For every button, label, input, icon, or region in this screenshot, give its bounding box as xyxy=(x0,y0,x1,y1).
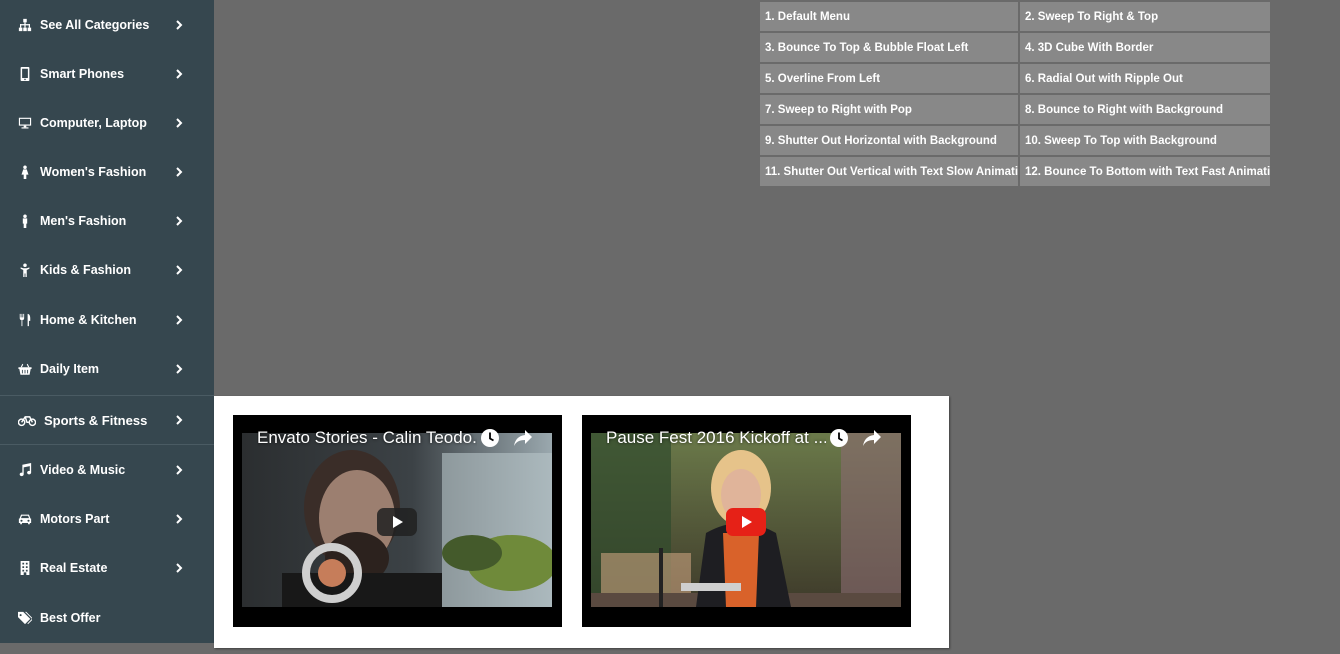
sidebar-item-womens-fashion[interactable]: Women's Fashion xyxy=(0,147,214,196)
effect-link[interactable]: 11. Shutter Out Vertical with Text Slow … xyxy=(760,157,1018,186)
chevron-right-icon xyxy=(174,117,184,128)
female-icon xyxy=(18,164,32,180)
sidebar-item-home-kitchen[interactable]: Home & Kitchen xyxy=(0,295,214,344)
sidebar-item-label: Daily Item xyxy=(40,361,100,376)
chevron-right-icon xyxy=(174,562,184,573)
effect-link[interactable]: 4. 3D Cube With Border xyxy=(1020,33,1270,62)
category-sidebar: See All Categories Smart Phones Computer… xyxy=(0,0,214,643)
chevron-right-icon xyxy=(174,68,184,79)
effect-link[interactable]: 3. Bounce To Top & Bubble Float Left xyxy=(760,33,1018,62)
watch-later-icon[interactable] xyxy=(480,428,500,448)
effect-link[interactable]: 5. Overline From Left xyxy=(760,64,1018,93)
chevron-right-icon xyxy=(174,464,184,475)
car-icon xyxy=(18,511,32,527)
music-icon xyxy=(18,462,32,478)
video-panel: Envato Stories - Calin Teodo... Pause Fe… xyxy=(214,396,949,648)
sitemap-icon xyxy=(18,17,32,33)
desktop-icon xyxy=(18,115,32,131)
sidebar-item-label: Kids & Fashion xyxy=(40,262,131,277)
sidebar-item-daily-item[interactable]: Daily Item xyxy=(0,344,214,393)
male-icon xyxy=(18,213,32,229)
child-icon xyxy=(18,262,32,278)
sidebar-item-label: See All Categories xyxy=(40,17,150,32)
chevron-right-icon xyxy=(174,264,184,275)
chevron-right-icon xyxy=(174,415,184,425)
sidebar-item-label: Computer, Laptop xyxy=(40,115,147,130)
play-button-icon[interactable] xyxy=(377,508,417,536)
share-icon[interactable] xyxy=(513,429,533,447)
video-title: Pause Fest 2016 Kickoff at ... xyxy=(606,428,826,447)
sidebar-item-label: Home & Kitchen xyxy=(40,312,137,327)
bicycle-icon xyxy=(18,412,36,428)
effect-link[interactable]: 6. Radial Out with Ripple Out xyxy=(1020,64,1270,93)
sidebar-item-computer-laptop[interactable]: Computer, Laptop xyxy=(0,98,214,147)
effect-link[interactable]: 8. Bounce to Right with Background xyxy=(1020,95,1270,124)
sidebar-item-kids-fashion[interactable]: Kids & Fashion xyxy=(0,245,214,294)
building-icon xyxy=(18,560,32,576)
cutlery-icon xyxy=(18,312,32,328)
sidebar-item-motors-part[interactable]: Motors Part xyxy=(0,494,214,543)
chevron-right-icon xyxy=(174,19,184,30)
sidebar-item-label: Sports & Fitness xyxy=(44,412,148,428)
watch-later-icon[interactable] xyxy=(829,428,849,448)
shopping-basket-icon xyxy=(18,361,32,377)
effect-link[interactable]: 7. Sweep to Right with Pop xyxy=(760,95,1018,124)
sidebar-item-mens-fashion[interactable]: Men's Fashion xyxy=(0,196,214,245)
chevron-right-icon xyxy=(174,513,184,524)
sidebar-item-smart-phones[interactable]: Smart Phones xyxy=(0,49,214,98)
chevron-right-icon xyxy=(174,314,184,325)
sidebar-item-label: Men's Fashion xyxy=(40,213,127,228)
video-embed-pause-fest[interactable]: Pause Fest 2016 Kickoff at ... xyxy=(582,415,911,627)
video-title: Envato Stories - Calin Teodo... xyxy=(257,428,477,447)
sidebar-item-label: Women's Fashion xyxy=(40,164,147,179)
sidebar-item-real-estate[interactable]: Real Estate xyxy=(0,543,214,592)
share-icon[interactable] xyxy=(862,429,882,447)
chevron-right-icon xyxy=(174,166,184,177)
sidebar-item-label: Motors Part xyxy=(40,511,110,526)
sidebar-item-video-music[interactable]: Video & Music xyxy=(0,445,214,494)
sidebar-item-label: Smart Phones xyxy=(40,66,125,81)
effect-link[interactable]: 2. Sweep To Right & Top xyxy=(1020,2,1270,31)
effect-link[interactable]: 9. Shutter Out Horizontal with Backgroun… xyxy=(760,126,1018,155)
play-button-icon[interactable] xyxy=(726,508,766,536)
mobile-phone-icon xyxy=(18,66,32,82)
effect-link[interactable]: 12. Bounce To Bottom with Text Fast Anim… xyxy=(1020,157,1270,186)
effect-link[interactable]: 10. Sweep To Top with Background xyxy=(1020,126,1270,155)
sidebar-item-label: Video & Music xyxy=(40,462,126,477)
video-embed-envato-stories[interactable]: Envato Stories - Calin Teodo... xyxy=(233,415,562,627)
sidebar-item-see-all-categories[interactable]: See All Categories xyxy=(0,0,214,49)
sidebar-item-label: Real Estate xyxy=(40,560,108,575)
sidebar-item-sports-fitness[interactable]: Sports & Fitness xyxy=(0,395,214,445)
sidebar-item-label: Best Offer xyxy=(40,610,101,625)
sidebar-item-best-offer[interactable]: Best Offer xyxy=(0,593,214,642)
chevron-right-icon xyxy=(174,363,184,374)
tags-icon xyxy=(18,610,32,626)
effect-link[interactable]: 1. Default Menu xyxy=(760,2,1018,31)
menu-effects-grid: 1. Default Menu 2. Sweep To Right & Top … xyxy=(760,2,1270,186)
chevron-right-icon xyxy=(174,215,184,226)
